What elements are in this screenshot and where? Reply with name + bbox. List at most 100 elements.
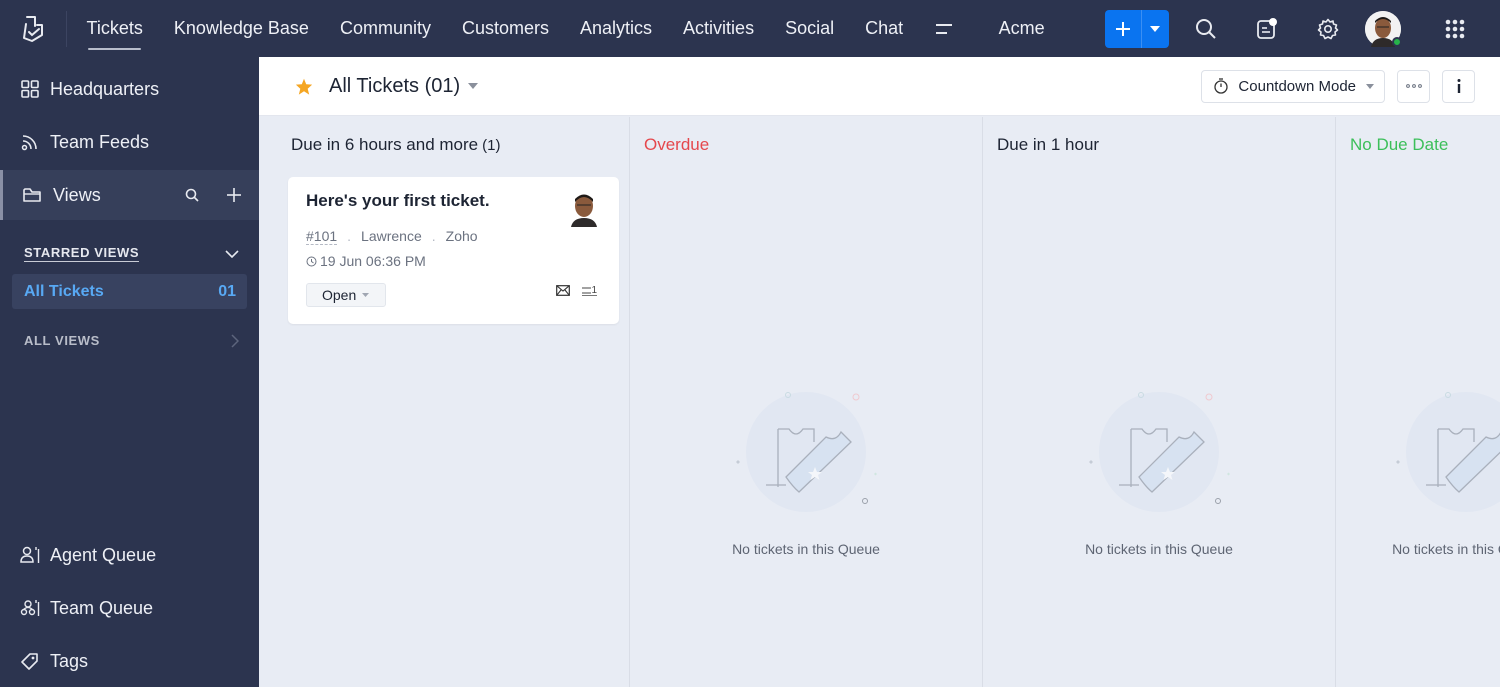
sidebar-item-team-queue[interactable]: Team Queue [0,583,259,633]
menu-lines-icon [935,23,952,34]
more-options-button[interactable] [1397,69,1430,103]
search-icon [1196,18,1216,39]
sidebar-item-label: Agent Queue [50,544,157,565]
sidebar-item-team-feeds[interactable]: Team Feeds [0,117,259,167]
sidebar-item-tags[interactable]: Tags [0,636,259,686]
chevron-right-icon [231,333,239,348]
caret-down-icon [1366,83,1374,89]
caret-down-icon[interactable] [468,83,479,89]
nav-customers[interactable]: Customers [446,0,564,57]
caret-down-icon [362,293,370,297]
column-overdue: Overdue No tickets in this Queue [630,117,983,687]
app-logo[interactable] [0,0,66,57]
more-dots-icon [1405,84,1422,88]
more-tabs-button[interactable] [919,0,969,57]
mode-label: Countdown Mode [1238,77,1356,95]
separator: . [431,228,436,244]
separator: . [347,228,352,244]
kanban-board: Due in 6 hours and more (1) Here's your f… [259,117,1500,687]
sidebar-item-label: Team Queue [50,597,154,618]
thread-count[interactable]: 1 [582,284,597,296]
team-queue-icon [0,599,50,617]
info-button[interactable] [1442,69,1475,103]
nav-tickets[interactable]: Tickets [71,0,158,57]
ticket-contact[interactable]: Lawrence [361,228,422,245]
chevron-down-icon[interactable] [225,249,239,258]
sidebar: Headquarters Team Feeds Views STARRED VI… [0,57,259,687]
starred-view-count: 01 [218,282,236,300]
apps-button[interactable] [1425,0,1486,57]
column-no-due-date: No Due Date No tickets in this Queue [1336,117,1500,687]
sidebar-item-label: Tags [50,650,89,671]
sidebar-item-headquarters[interactable]: Headquarters [0,64,259,114]
starred-view-all-tickets[interactable]: All Tickets 01 [12,274,247,309]
settings-button[interactable] [1298,0,1359,57]
column-due-6-hours: Due in 6 hours and more (1) Here's your f… [259,117,630,687]
agent-queue-icon [0,546,50,564]
ticket-meta: #101 . Lawrence . Zoho [306,228,478,245]
main-nav: Tickets Knowledge Base Community Custome… [71,0,919,57]
info-icon [1457,79,1460,93]
countdown-mode-dropdown[interactable]: Countdown Mode [1201,69,1385,103]
empty-state: No tickets in this Queue [983,387,1335,557]
ticket-id[interactable]: #101 [306,228,338,245]
app-grid-icon [1445,19,1465,38]
feed-notification-icon [1257,17,1278,39]
ticket-status-dropdown[interactable]: Open [306,283,386,307]
sidebar-item-label: Team Feeds [50,131,150,152]
starred-view-label: All Tickets [24,282,104,300]
nav-knowledge-base[interactable]: Knowledge Base [158,0,324,57]
add-view-icon[interactable] [227,188,241,202]
status-label: Open [322,287,357,303]
nav-chat[interactable]: Chat [850,0,919,57]
ticket-subject[interactable]: Here's your first ticket. [306,191,490,211]
feed-icon [0,133,50,151]
column-title: Overdue [644,135,710,154]
nav-activities[interactable]: Activities [668,0,770,57]
column-title: Due in 6 hours and more (1) [291,135,500,155]
column-title: No Due Date [1350,135,1449,154]
thread-count-value: 1 [591,284,597,296]
ticket-account[interactable]: Zoho [446,228,478,245]
add-button[interactable] [1105,9,1142,48]
contact-avatar[interactable] [569,191,599,227]
starred-views-header[interactable]: STARRED VIEWS [24,245,239,262]
caret-down-icon [1150,25,1161,32]
empty-state: No tickets in this Queue [1336,387,1500,557]
thread-icon [582,287,592,293]
top-bar: Tickets Knowledge Base Community Custome… [0,0,1500,57]
ticket-time: 19 Jun 06:36 PM [306,253,426,269]
add-dropdown-button[interactable] [1142,10,1169,48]
column-title-text: Due in 6 hours and more [291,135,479,154]
org-switcher[interactable]: Acme [999,18,1079,39]
column-count: (1) [482,137,501,154]
view-title[interactable]: All Tickets (01) [329,75,460,98]
email-channel-icon[interactable] [556,285,571,296]
star-icon[interactable] [295,78,313,95]
user-avatar[interactable] [1364,10,1402,47]
search-views-icon[interactable] [185,188,199,202]
empty-state-message: No tickets in this Queue [1085,541,1233,557]
empty-tickets-illustration [736,392,877,512]
new-ticket-button[interactable] [1104,9,1169,48]
sidebar-item-label: Views [53,184,101,205]
sidebar-item-agent-queue[interactable]: Agent Queue [0,530,259,580]
nav-social[interactable]: Social [770,0,850,57]
nav-analytics[interactable]: Analytics [565,0,668,57]
nav-community[interactable]: Community [324,0,446,57]
tag-icon [0,652,50,670]
column-title: Due in 1 hour [997,135,1100,154]
starred-views-label: STARRED VIEWS [24,245,140,262]
clock-icon [306,256,317,266]
sidebar-item-views[interactable]: Views [0,170,259,220]
stopwatch-icon [1214,78,1229,94]
column-due-1-hour: Due in 1 hour No tickets in this Queue [983,117,1336,687]
search-button[interactable] [1176,0,1237,57]
ticket-card[interactable]: Here's your first ticket. #101 . Lawrenc… [288,177,619,324]
main-content: All Tickets (01) Countdown Mode Due in 6… [259,57,1500,687]
view-header: All Tickets (01) Countdown Mode [259,57,1500,116]
notifications-button[interactable] [1237,0,1298,57]
all-views-header[interactable]: ALL VIEWS [24,333,239,348]
desk-logo-icon [23,15,43,42]
empty-tickets-illustration [1396,392,1500,512]
